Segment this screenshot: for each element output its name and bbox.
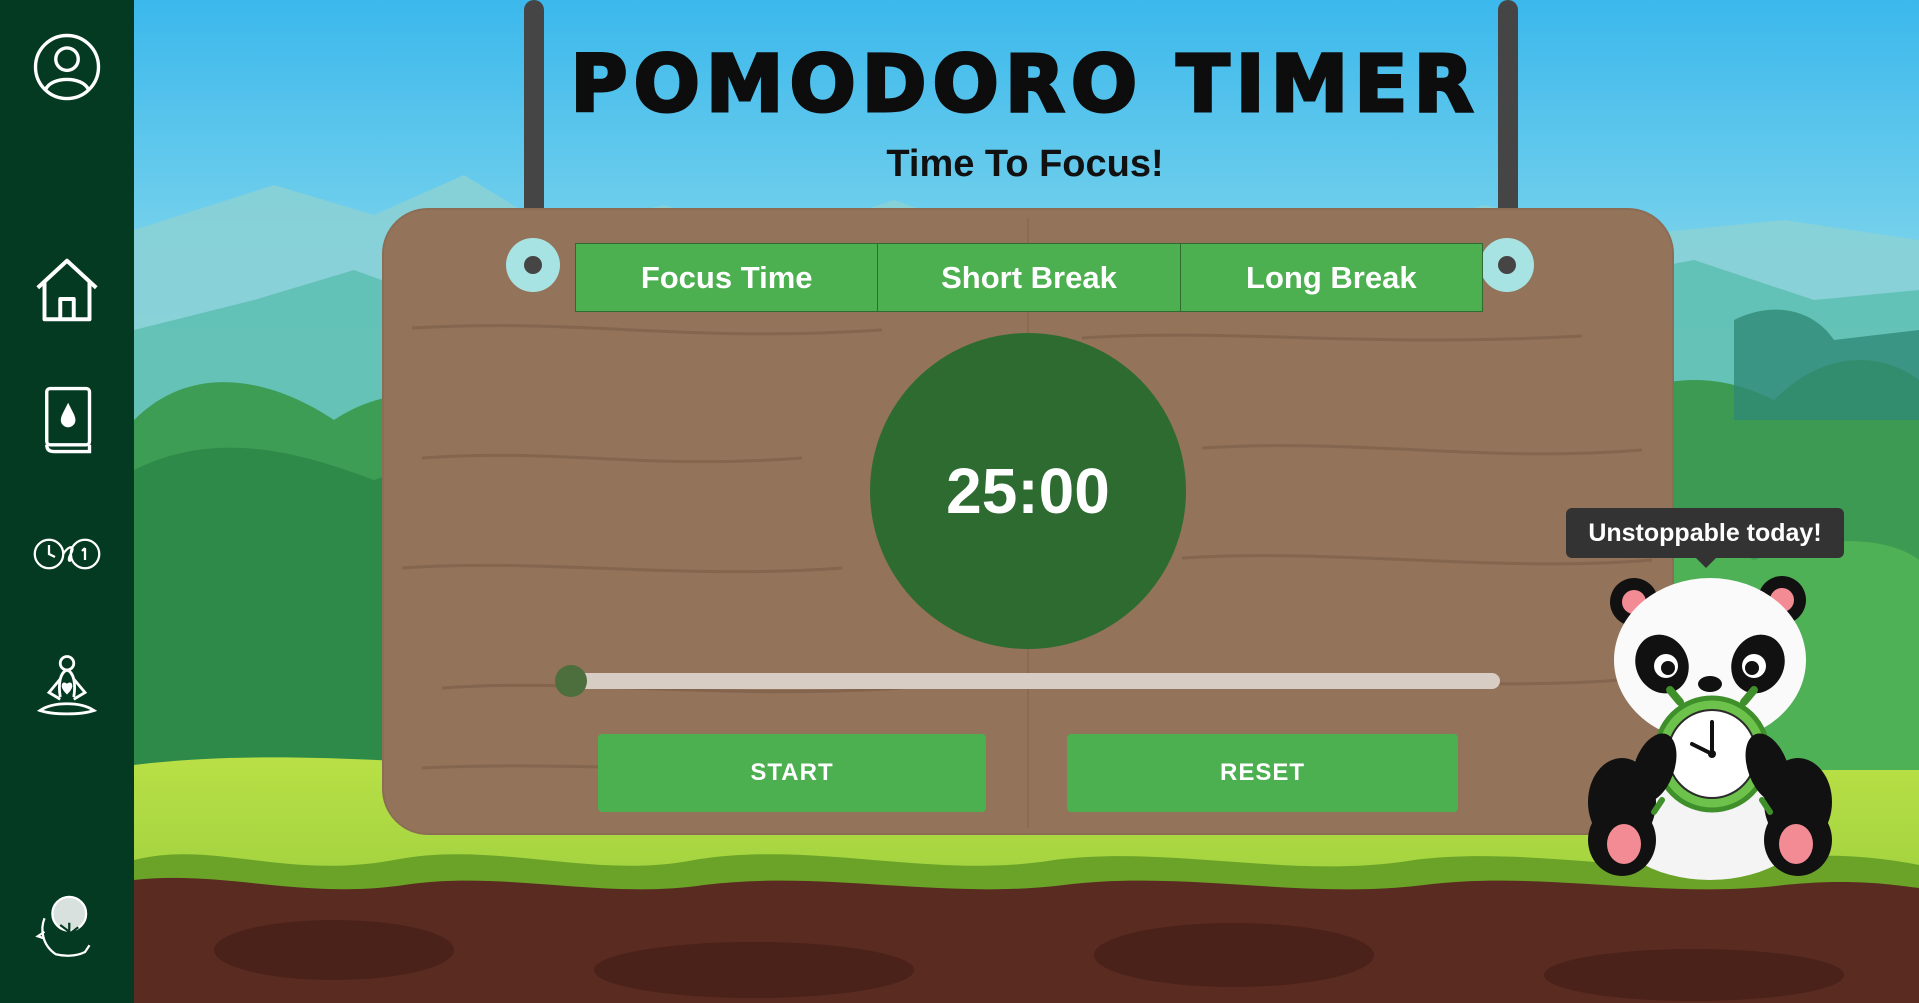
- sidebar: [0, 0, 135, 1003]
- timer-display: 25:00: [870, 333, 1186, 649]
- mode-tabs: Focus Time Short Break Long Break: [575, 243, 1483, 312]
- tree-head-logo-icon[interactable]: [22, 880, 112, 970]
- tab-focus-time[interactable]: Focus Time: [576, 244, 879, 311]
- tab-short-break[interactable]: Short Break: [878, 244, 1181, 311]
- reset-button[interactable]: RESET: [1067, 734, 1458, 812]
- infinity-clock-icon[interactable]: [22, 509, 112, 599]
- panda-mascot[interactable]: [1582, 572, 1838, 882]
- left-hanger-ring: [506, 238, 560, 292]
- journal-book-icon[interactable]: [22, 375, 112, 465]
- mascot-message: Unstoppable today!: [1566, 508, 1844, 568]
- meditation-icon[interactable]: [22, 643, 112, 733]
- page-subtitle: Time To Focus!: [886, 143, 1164, 185]
- right-hanger-ring: [1480, 238, 1534, 292]
- progress-slider[interactable]: [557, 673, 1500, 689]
- home-icon[interactable]: [22, 245, 112, 335]
- progress-slider-thumb[interactable]: [555, 665, 587, 697]
- tab-long-break[interactable]: Long Break: [1180, 244, 1482, 311]
- start-button[interactable]: START: [598, 734, 986, 812]
- page-title: POMODORO TIMER: [569, 40, 1480, 130]
- user-icon[interactable]: [22, 22, 112, 112]
